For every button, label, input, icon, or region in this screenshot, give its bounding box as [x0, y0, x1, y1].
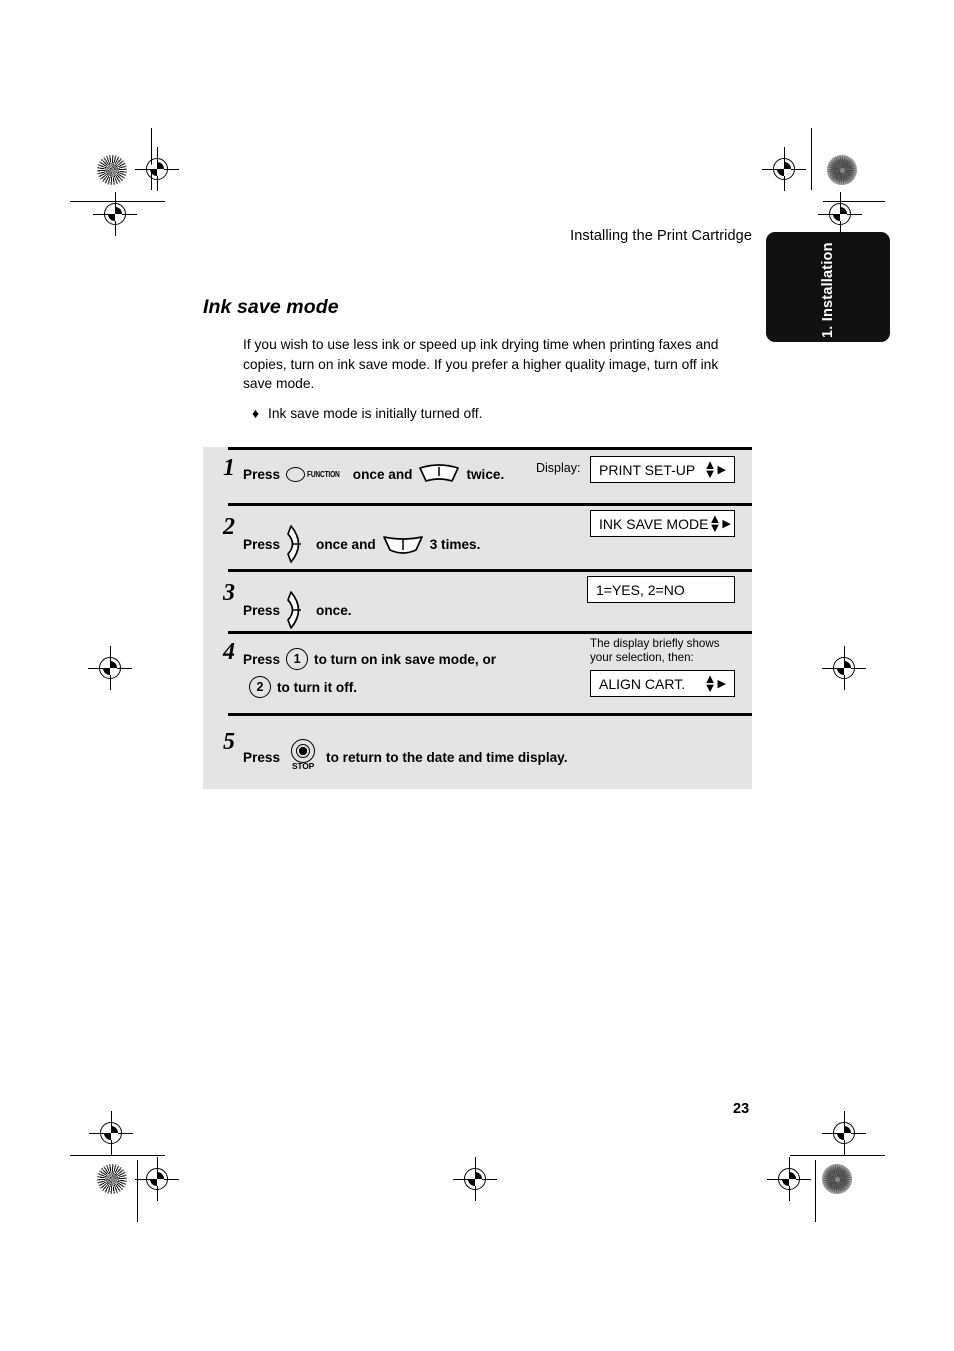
stop-key-label: STOP — [291, 761, 315, 771]
lcd-text-step-1: PRINT SET-UP — [599, 461, 696, 478]
registration-target-middle-right — [822, 646, 866, 690]
trim-line-lower-left-horizontal — [70, 1155, 165, 1156]
step-number-1: 1 — [223, 455, 235, 481]
lcd-text-step-2: INK SAVE MODE — [599, 515, 709, 532]
press-label-2: Press — [243, 536, 281, 552]
registration-starburst-top-right — [827, 155, 857, 185]
press-label-1: Press — [243, 466, 281, 482]
diamond-bullet-icon: ♦ — [252, 406, 260, 421]
registration-target-upper-left-inner — [93, 192, 137, 236]
step-4-instruction-line-2: 2 to turn it off. — [249, 676, 357, 698]
step-divider-1-2 — [228, 503, 752, 506]
step-4-instruction-line-1: Press 1 to turn on ink save mode, or — [243, 648, 496, 670]
chapter-tab-label: 1. Installation — [820, 242, 836, 338]
lcd-arrows-icon: ▲ ▼ ▶ — [708, 511, 731, 535]
section-body-text: If you wish to use less ink or speed up … — [243, 337, 719, 392]
step-1-text-mid: once and — [352, 466, 413, 482]
step-2-instruction: Press once and 3 times. — [243, 524, 480, 564]
step-4-display-note: The display briefly shows your selection… — [590, 637, 720, 665]
step-3-text-end: once. — [316, 602, 352, 618]
registration-target-upper-right-inner — [818, 192, 862, 236]
registration-target-bottom-left — [135, 1157, 179, 1201]
page-number: 23 — [733, 1101, 750, 1117]
registration-starburst-bottom-right — [822, 1164, 852, 1194]
step-3-instruction: Press once. — [243, 590, 352, 630]
keypad-key-2-icon[interactable]: 2 — [249, 676, 271, 698]
registration-target-lower-left-inner — [89, 1111, 133, 1155]
stop-octagon-icon — [299, 747, 308, 755]
step-1-instruction: Press FUNCTION once and twice. — [243, 464, 504, 484]
step-5-text-end: to return to the date and time display. — [326, 749, 568, 765]
up-arrow-key-icon[interactable] — [382, 534, 424, 554]
function-key-icon[interactable]: FUNCTION — [286, 466, 347, 482]
down-arrow-key-icon[interactable] — [418, 464, 460, 484]
lcd-text-step-4: ALIGN CART. — [599, 675, 686, 692]
step-number-4: 4 — [223, 639, 235, 665]
registration-target-bottom-right — [767, 1157, 811, 1201]
step-2-text-end: 3 times. — [429, 536, 481, 552]
registration-target-bottom-center — [453, 1157, 497, 1201]
function-key-label: FUNCTION — [307, 469, 340, 479]
bullet-note: ♦ Ink save mode is initially turned off. — [252, 404, 752, 423]
page-title: Ink save mode — [203, 296, 339, 318]
trim-line-lower-right-horizontal — [790, 1155, 885, 1156]
lcd-display-step-2: INK SAVE MODE ▲ ▼ ▶ — [590, 510, 735, 537]
press-label-3: Press — [243, 602, 281, 618]
bullet-note-text: Ink save mode is initially turned off. — [268, 406, 483, 421]
registration-starburst-bottom-left — [97, 1164, 127, 1194]
function-key-circle-icon — [286, 466, 306, 482]
step-divider-2-3 — [228, 569, 752, 572]
lcd-display-step-3: 1=YES, 2=NO — [587, 576, 735, 603]
registration-target-middle-left — [88, 646, 132, 690]
instruction-steps-panel: 1 Press FUNCTION once and twice. Display… — [203, 447, 752, 789]
chapter-tab: 1. Installation — [766, 232, 890, 342]
manual-page: Installing the Print Cartridge 1. Instal… — [0, 0, 954, 1351]
lcd-arrows-icon: ▲ ▼ ▶ — [703, 671, 726, 695]
trim-line-top-right-vertical — [811, 128, 812, 190]
step-5-instruction: Press STOP to return to the date and tim… — [243, 739, 568, 775]
lcd-arrows-icon: ▲ ▼ ▶ — [703, 457, 726, 481]
step-4-text-after-key-1: to turn on ink save mode, or — [314, 651, 497, 667]
step-4-text-after-key-2: to turn it off. — [277, 679, 358, 695]
right-arrow-key-icon[interactable] — [286, 590, 310, 630]
press-label-5: Press — [243, 749, 281, 765]
step-number-3: 3 — [223, 580, 235, 606]
display-label: Display: — [536, 461, 581, 475]
right-arrow-key-icon[interactable] — [286, 524, 310, 564]
step-number-5: 5 — [223, 729, 235, 755]
step-divider-3-4 — [228, 631, 752, 634]
stop-key-icon[interactable]: STOP — [286, 739, 320, 775]
registration-target-lower-right-inner — [822, 1111, 866, 1155]
registration-target-top-right — [762, 147, 806, 191]
lcd-display-step-4: ALIGN CART. ▲ ▼ ▶ — [590, 670, 735, 697]
step-2-text-mid: once and — [316, 536, 376, 552]
press-label-4: Press — [243, 651, 281, 667]
trim-line-bottom-right-vertical — [815, 1160, 816, 1222]
keypad-key-1-icon[interactable]: 1 — [286, 648, 309, 670]
running-header-title: Installing the Print Cartridge — [570, 228, 752, 244]
lcd-text-step-3: 1=YES, 2=NO — [596, 581, 685, 598]
step-divider-4-5 — [228, 713, 752, 716]
lcd-display-step-1: PRINT SET-UP ▲ ▼ ▶ — [590, 456, 735, 483]
step-divider-top — [228, 447, 752, 450]
stop-key-inner-circle-icon — [296, 744, 311, 758]
step-number-2: 2 — [223, 514, 235, 540]
registration-starburst-top-left — [97, 155, 127, 185]
step-1-text-end: twice. — [466, 466, 505, 482]
registration-target-top-left — [135, 147, 179, 191]
